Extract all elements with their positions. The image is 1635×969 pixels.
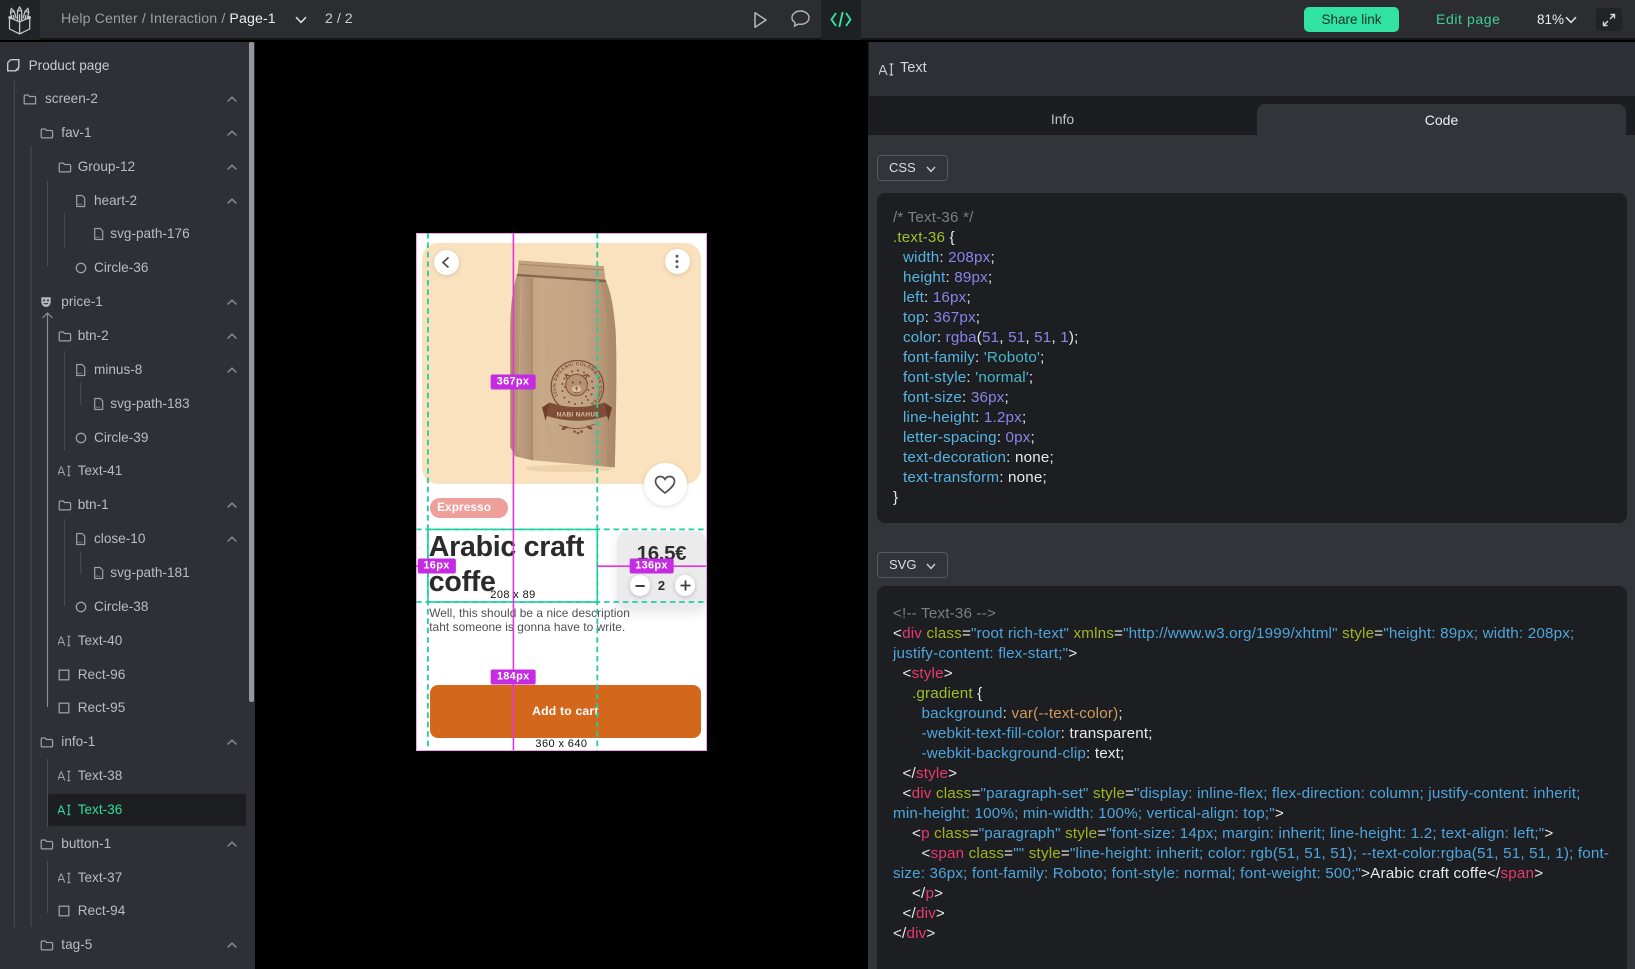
svg-text:A: A [58, 770, 66, 783]
svg-text:A: A [58, 871, 66, 884]
svg-text:A: A [58, 465, 66, 478]
svg-text:A: A [58, 634, 66, 647]
svg-text:NABI NAHUI: NABI NAHUI [556, 411, 597, 418]
svg-text:ARABICA BEANS: ARABICA BEANS [562, 420, 591, 424]
svg-text:A: A [58, 803, 66, 816]
svg-text:A: A [879, 63, 888, 77]
